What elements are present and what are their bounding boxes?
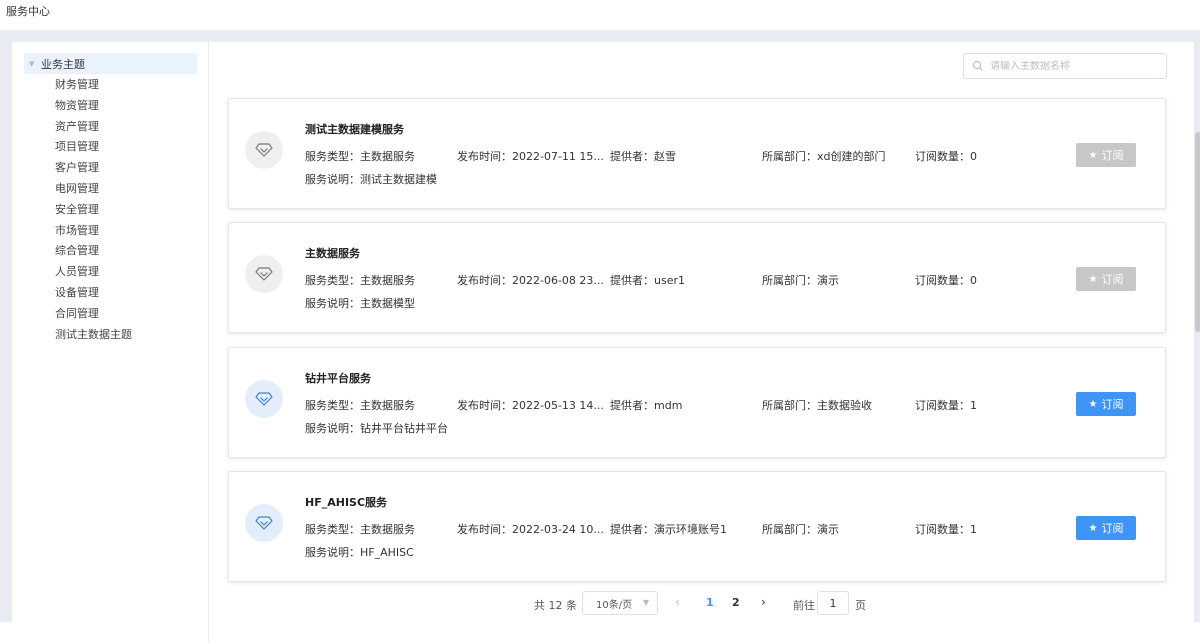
star-icon: ★	[1088, 149, 1098, 161]
tree-root-label: 业务主题	[41, 57, 85, 71]
search-box[interactable]	[963, 53, 1167, 79]
subscribe-label: 订阅	[1101, 149, 1124, 162]
subscribe-label: 订阅	[1101, 398, 1124, 411]
service-description: 服务说明：钻井平台钻井平台	[305, 422, 448, 435]
subscribe-label: 订阅	[1101, 273, 1124, 286]
service-meta-row: 服务类型：主数据服务 发布时间：2022-03-24 10... 提供者：演示环…	[305, 521, 1025, 536]
diamond-icon	[255, 392, 273, 406]
tree-item[interactable]: 客户管理	[55, 158, 132, 179]
service-name: 测试主数据建模服务	[305, 123, 404, 136]
service-name: 钻井平台服务	[305, 372, 371, 385]
tree-item[interactable]: 项目管理	[55, 137, 132, 158]
department: 所属部门：演示	[762, 274, 839, 287]
service-avatar	[245, 380, 283, 418]
page-number-current[interactable]: 1	[706, 596, 714, 609]
pagination-total: 共 12 条	[534, 599, 577, 612]
scrollbar[interactable]	[1195, 132, 1200, 332]
subscribe-button[interactable]: ★ 订阅	[1076, 392, 1136, 416]
service-type: 服务类型：主数据服务	[305, 274, 415, 287]
chevron-down-icon: ▼	[642, 598, 649, 607]
service-avatar	[245, 255, 283, 293]
main-panel: ▼ 业务主题 财务管理 物资管理 资产管理 项目管理 客户管理 电网管理 安全管…	[12, 42, 1200, 642]
service-description: 服务说明：主数据模型	[305, 297, 415, 310]
tree-item[interactable]: 市场管理	[55, 221, 132, 242]
subscribe-label: 订阅	[1101, 522, 1124, 535]
publish-time: 发布时间：2022-06-08 23...	[457, 274, 604, 287]
goto-suffix: 页	[855, 599, 866, 612]
provider: 提供者：mdm	[610, 399, 683, 412]
app-title: 服务中心	[6, 5, 50, 18]
service-type: 服务类型：主数据服务	[305, 399, 415, 412]
search-icon	[972, 60, 983, 71]
pagination: 共 12 条 10条/页 ▼ ‹ 1 2 › 前往 页	[209, 590, 1194, 616]
service-meta-row: 服务类型：主数据服务 发布时间：2022-05-13 14... 提供者：mdm…	[305, 397, 1025, 412]
tree-item[interactable]: 物资管理	[55, 96, 132, 117]
provider: 提供者：赵雪	[610, 150, 676, 163]
content-shell: ▼ 业务主题 财务管理 物资管理 资产管理 项目管理 客户管理 电网管理 安全管…	[0, 30, 1200, 642]
subscription-count: 订阅数量：1	[915, 523, 977, 536]
provider: 提供者：user1	[610, 274, 685, 287]
diamond-icon	[255, 143, 273, 157]
goto-label: 前往	[793, 599, 815, 612]
tree-item[interactable]: 设备管理	[55, 283, 132, 304]
page-size-select[interactable]: 10条/页 ▼	[582, 591, 658, 615]
subscription-count: 订阅数量：0	[915, 274, 977, 287]
service-description: 服务说明：HF_AHISC	[305, 546, 414, 559]
service-type: 服务类型：主数据服务	[305, 150, 415, 163]
tree-item[interactable]: 综合管理	[55, 241, 132, 262]
top-bar: 服务中心	[0, 0, 1200, 30]
service-description: 服务说明：测试主数据建模	[305, 173, 437, 186]
star-icon: ★	[1088, 522, 1098, 534]
star-icon: ★	[1088, 273, 1098, 285]
tree-children: 财务管理 物资管理 资产管理 项目管理 客户管理 电网管理 安全管理 市场管理 …	[55, 75, 132, 345]
publish-time: 发布时间：2022-03-24 10...	[457, 523, 604, 536]
department: 所属部门：主数据验收	[762, 399, 872, 412]
service-list-area: 测试主数据建模服务 服务类型：主数据服务 发布时间：2022-07-11 15.…	[209, 42, 1194, 642]
subscription-count: 订阅数量：0	[915, 150, 977, 163]
prev-page-icon[interactable]: ‹	[675, 595, 680, 609]
tree-item[interactable]: 安全管理	[55, 200, 132, 221]
service-card: HF_AHISC服务 服务类型：主数据服务 发布时间：2022-03-24 10…	[228, 471, 1166, 582]
search-input[interactable]	[990, 60, 1160, 72]
goto-page-input[interactable]	[817, 591, 849, 615]
service-name: HF_AHISC服务	[305, 496, 388, 509]
service-meta-row: 服务类型：主数据服务 发布时间：2022-06-08 23... 提供者：use…	[305, 272, 1025, 287]
page-number[interactable]: 2	[732, 596, 740, 609]
tree-item[interactable]: 测试主数据主题	[55, 325, 132, 346]
publish-time: 发布时间：2022-05-13 14...	[457, 399, 604, 412]
diamond-icon	[255, 267, 273, 281]
page-size-value: 10条/页	[596, 599, 633, 611]
tree-item[interactable]: 资产管理	[55, 117, 132, 138]
subscribe-button[interactable]: ★ 订阅	[1076, 516, 1136, 540]
subscribe-button[interactable]: ★ 订阅	[1076, 143, 1136, 167]
sidebar: ▼ 业务主题 财务管理 物资管理 资产管理 项目管理 客户管理 电网管理 安全管…	[12, 42, 209, 642]
tree-item[interactable]: 合同管理	[55, 304, 132, 325]
diamond-icon	[255, 516, 273, 530]
subscribe-button[interactable]: ★ 订阅	[1076, 267, 1136, 291]
service-type: 服务类型：主数据服务	[305, 523, 415, 536]
publish-time: 发布时间：2022-07-11 15...	[457, 150, 604, 163]
provider: 提供者：演示环境账号1	[610, 523, 727, 536]
department: 所属部门：演示	[762, 523, 839, 536]
subscription-count: 订阅数量：1	[915, 399, 977, 412]
tree-item[interactable]: 电网管理	[55, 179, 132, 200]
service-avatar	[245, 131, 283, 169]
service-avatar	[245, 504, 283, 542]
tree-item[interactable]: 人员管理	[55, 262, 132, 283]
tree-item[interactable]: 财务管理	[55, 75, 132, 96]
next-page-icon[interactable]: ›	[761, 595, 766, 609]
caret-down-icon[interactable]: ▼	[29, 60, 37, 68]
service-card: 钻井平台服务 服务类型：主数据服务 发布时间：2022-05-13 14... …	[228, 347, 1166, 458]
service-meta-row: 服务类型：主数据服务 发布时间：2022-07-11 15... 提供者：赵雪 …	[305, 148, 1025, 163]
service-card: 测试主数据建模服务 服务类型：主数据服务 发布时间：2022-07-11 15.…	[228, 98, 1166, 209]
department: 所属部门：xd创建的部门	[762, 150, 886, 163]
tree-root-business-topics[interactable]: ▼ 业务主题	[24, 53, 197, 74]
service-card: 主数据服务 服务类型：主数据服务 发布时间：2022-06-08 23... 提…	[228, 222, 1166, 333]
service-name: 主数据服务	[305, 247, 360, 260]
star-icon: ★	[1088, 398, 1098, 410]
